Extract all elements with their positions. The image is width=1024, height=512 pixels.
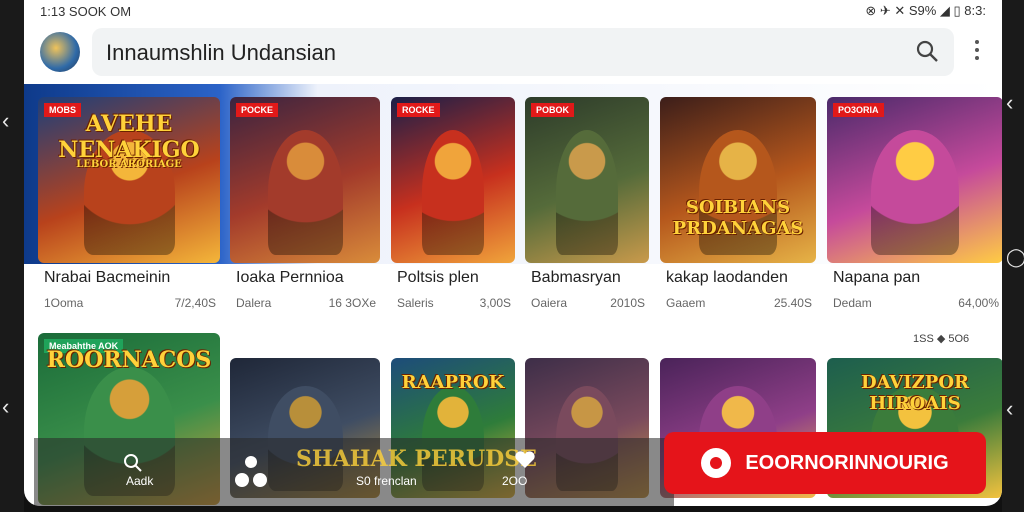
row2-side-label: 1SS ◆ 5O6: [913, 333, 970, 345]
game-category: Dedam: [833, 296, 872, 310]
overlay-center-label: S0 frenclan: [356, 474, 417, 488]
game-downloads: 64,00%: [958, 296, 999, 310]
game-downloads: 7/2,40S: [174, 296, 216, 310]
card-art-title: SOIBIANS PRDANAGAS: [672, 197, 804, 239]
row1-game-card[interactable]: PO3ORIA: [827, 97, 1002, 263]
game-meta: Dedam 64,00%: [833, 296, 999, 310]
game-downloads: 16 3OXe: [328, 296, 376, 310]
avatar[interactable]: [40, 32, 80, 72]
character-art: [871, 130, 959, 255]
status-bar: 1:13 SOOK OM ⊗ ✈ ✕ S9% ◢ ▯ 8:3:: [40, 0, 986, 22]
game-downloads: 25.40S: [773, 296, 812, 310]
game-category: 1Ooma: [44, 296, 84, 310]
video-overlay-bar: Aadk SHAHAK PERUDSE S0 frenclan 2OO: [34, 438, 674, 506]
game-title[interactable]: Poltsis plen: [397, 269, 479, 287]
character-art: [267, 130, 343, 255]
row1-game-card[interactable]: ROCKE: [391, 97, 515, 263]
share-icon[interactable]: [234, 454, 268, 490]
game-downloads: 3,00S: [479, 296, 511, 310]
overlay-right-label: 2OO: [502, 474, 528, 488]
card-art-title: ROORNACOS: [46, 347, 212, 373]
game-meta: Saleris 3,00S: [397, 296, 511, 310]
game-meta: Oaiera 2010S: [531, 296, 645, 310]
row1-game-card[interactable]: POBOK: [525, 97, 649, 263]
card-art-title: DAVIZPOR HIROAIS: [861, 372, 969, 414]
game-category: Gaaem: [666, 296, 706, 310]
game-meta: Gaaem 25.40S: [666, 296, 812, 310]
back-edge-icon-2[interactable]: ‹: [2, 396, 9, 418]
game-category: Dalera: [236, 296, 272, 310]
row1-game-card[interactable]: SOIBIANS PRDANAGAS: [660, 97, 816, 263]
character-art: [422, 130, 484, 255]
game-title[interactable]: Napana pan: [833, 269, 920, 287]
row1-game-card[interactable]: MOBS AVEHE NENAKIGO LEBOR ARORIAGE: [38, 97, 220, 263]
row1-game-card[interactable]: POCKE: [230, 97, 380, 263]
search-small-icon[interactable]: [122, 452, 144, 474]
game-category: Saleris: [397, 296, 434, 310]
install-button[interactable]: EOORNORINNOURIG: [664, 432, 986, 494]
card-badge: POCKE: [236, 103, 279, 117]
game-meta: 1Ooma 7/2,40S: [44, 296, 216, 310]
more-menu-icon[interactable]: [974, 40, 980, 64]
search-query[interactable]: Innaumshlin Undansian: [106, 40, 336, 66]
home-edge-icon[interactable]: ◯: [1006, 246, 1024, 268]
game-title[interactable]: Ioaka Pernnioa: [236, 269, 344, 287]
game-meta: Dalera 16 3OXe: [236, 296, 376, 310]
gear-icon: [701, 448, 732, 478]
game-title[interactable]: kakap laodanden: [666, 269, 788, 287]
card-art-title: AVEHE NENAKIGO: [58, 111, 200, 163]
install-label: EOORNORINNOURIG: [745, 451, 949, 474]
left-bezel: [0, 0, 24, 512]
search-input[interactable]: Innaumshlin Undansian: [92, 28, 954, 76]
game-title[interactable]: Nrabai Bacmeinin: [44, 269, 170, 287]
card-art-title: RAAPROK: [401, 372, 505, 393]
status-icons: ⊗ ✈ ✕ S9% ◢ ▯ 8:3:: [865, 3, 986, 18]
card-badge: ROCKE: [397, 103, 440, 117]
status-time: 1:13 SOOK OM: [40, 3, 132, 19]
app-screen: 1:13 SOOK OM ⊗ ✈ ✕ S9% ◢ ▯ 8:3: Innaumsh…: [24, 0, 1002, 506]
character-art: [556, 130, 618, 255]
card-badge: PO3ORIA: [833, 103, 884, 117]
overlay-art-text: SHAHAK PERUDSE: [296, 446, 537, 472]
card-art-subtitle: LEBOR ARORIAGE: [76, 159, 182, 170]
forward-edge-icon-2[interactable]: ‹: [1006, 398, 1013, 420]
search-icon[interactable]: [914, 38, 940, 64]
forward-edge-icon[interactable]: ‹: [1006, 92, 1013, 114]
back-edge-icon[interactable]: ‹: [2, 110, 9, 132]
game-downloads: 2010S: [610, 296, 645, 310]
game-title[interactable]: Babmasryan: [531, 269, 621, 287]
overlay-left-label: Aadk: [126, 474, 154, 488]
game-category: Oaiera: [531, 296, 568, 310]
card-badge: POBOK: [531, 103, 575, 117]
heart-icon[interactable]: [514, 450, 536, 470]
